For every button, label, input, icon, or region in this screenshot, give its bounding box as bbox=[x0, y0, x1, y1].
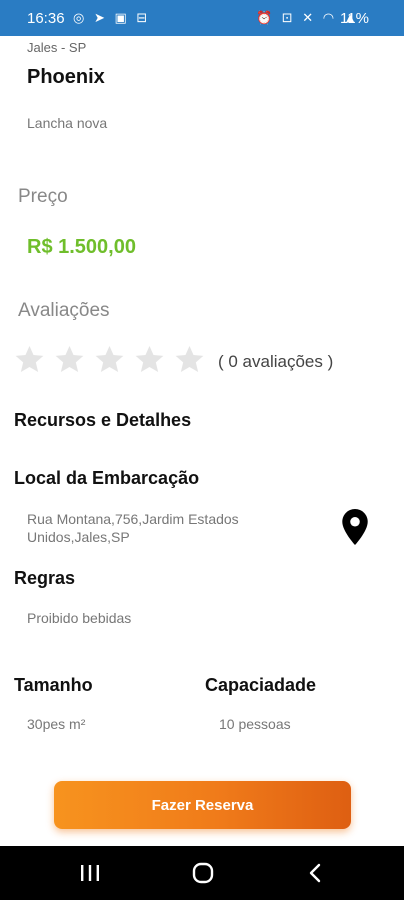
boat-name: Phoenix bbox=[27, 66, 105, 88]
recents-button[interactable] bbox=[60, 846, 120, 900]
size-value: 30pes m² bbox=[27, 716, 86, 732]
size-title: Tamanho bbox=[14, 675, 93, 695]
star-icon[interactable] bbox=[174, 344, 205, 375]
boat-city: Jales - SP bbox=[27, 40, 87, 55]
star-icon[interactable] bbox=[14, 344, 45, 375]
star-icon[interactable] bbox=[94, 344, 125, 375]
boat-location-title: Local da Embarcação bbox=[14, 468, 200, 488]
star-icon[interactable] bbox=[54, 344, 85, 375]
location-pin-icon[interactable] bbox=[342, 509, 368, 545]
status-bar: 16:36 ◎ ➤ ▣ ⊟ ⏰ ⊡ ✕ ◠ ▲ 11% bbox=[0, 0, 404, 36]
rules-title: Regras bbox=[14, 568, 76, 588]
price-value: R$ 1.500,00 bbox=[27, 236, 136, 258]
capacity-value: 10 pessoas bbox=[219, 716, 291, 732]
star-icon[interactable] bbox=[134, 344, 165, 375]
rules-text: Proibido bebidas bbox=[27, 610, 132, 626]
boat-address: Rua Montana,756,Jardim Estados Unidos,Ja… bbox=[27, 511, 239, 545]
boat-description: Lancha nova bbox=[27, 115, 108, 131]
home-button[interactable] bbox=[173, 846, 233, 900]
star-rating[interactable] bbox=[14, 344, 205, 375]
review-count: ( 0 avaliações ) bbox=[218, 352, 334, 371]
price-label: Preço bbox=[18, 186, 68, 207]
features-title: Recursos e Detalhes bbox=[14, 410, 192, 430]
capacity-title: Capaciadade bbox=[205, 675, 317, 695]
recents-icon bbox=[81, 865, 99, 881]
battery-level: 11% bbox=[340, 10, 369, 27]
reserve-button[interactable]: Fazer Reserva bbox=[54, 781, 351, 829]
back-button[interactable] bbox=[286, 846, 346, 900]
back-icon bbox=[309, 863, 321, 883]
home-icon bbox=[192, 862, 214, 884]
notification-icons: ◎ ➤ ▣ ⊟ bbox=[73, 10, 151, 25]
boat-detail-content[interactable]: Jales - SP Phoenix Lancha nova Preço R$ … bbox=[0, 36, 404, 846]
reviews-label: Avaliações bbox=[18, 300, 110, 321]
status-time: 16:36 bbox=[27, 10, 65, 27]
system-nav-bar bbox=[0, 846, 404, 900]
